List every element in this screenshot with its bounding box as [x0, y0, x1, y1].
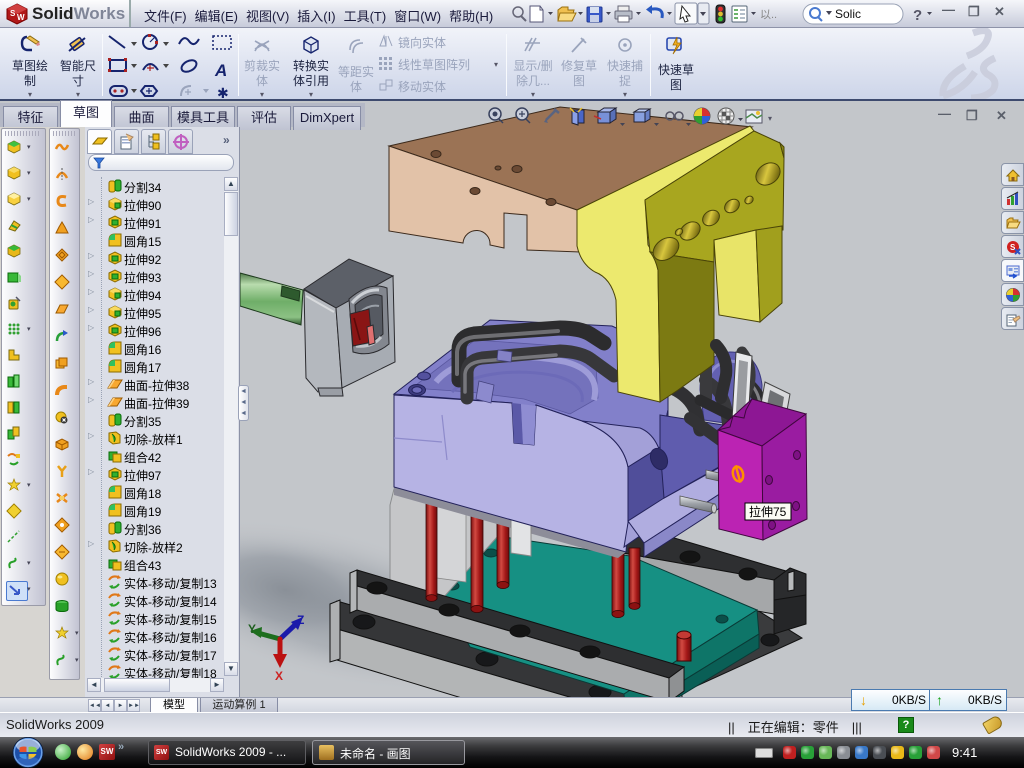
- svg-text:Y: Y: [248, 622, 256, 636]
- svg-text:拉伸75: 拉伸75: [749, 504, 787, 519]
- svg-text:以..: 以..: [760, 9, 777, 21]
- svg-text:S: S: [1010, 243, 1016, 252]
- svg-text:✱: ✱: [217, 85, 229, 100]
- svg-text:?: ?: [913, 7, 922, 24]
- svg-text:S: S: [10, 9, 16, 18]
- svg-text:X: X: [275, 669, 283, 683]
- svg-text:W: W: [17, 13, 25, 22]
- svg-text:A: A: [214, 61, 227, 80]
- svg-text:Z: Z: [297, 613, 304, 627]
- svg-text:Solic: Solic: [835, 7, 861, 21]
